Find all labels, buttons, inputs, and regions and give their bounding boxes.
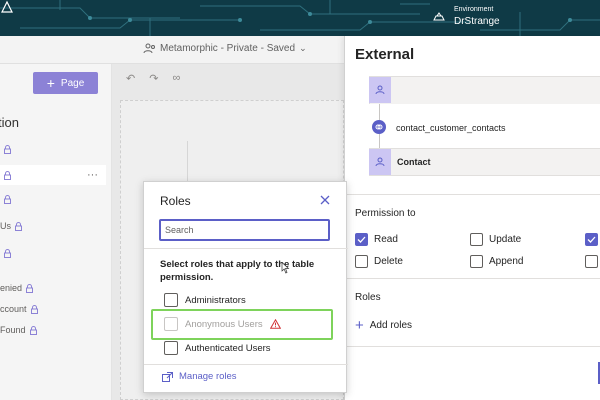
circuit-pattern (0, 0, 600, 36)
close-icon[interactable] (319, 194, 331, 206)
nav-item-label: enied (0, 283, 23, 293)
permission-label: Update (489, 234, 522, 245)
permission-label: Append (489, 256, 524, 267)
permission-label: Read (374, 234, 398, 245)
lock-icon (4, 170, 11, 180)
nav-item[interactable]: enied (0, 283, 34, 293)
lock-icon (26, 283, 34, 293)
environment-icon (433, 12, 445, 21)
search-input[interactable] (159, 219, 330, 241)
checkbox[interactable] (470, 255, 483, 268)
instruction-text: Select roles that apply to the table per… (160, 259, 315, 283)
permission-read[interactable]: Read (355, 233, 398, 246)
checkbox-disabled (164, 317, 178, 331)
site-toolbar: Metamorphic - Private - Saved ⌄ (0, 36, 344, 64)
popup-title: Roles (160, 194, 191, 208)
environment-name: DrStrange (454, 16, 500, 27)
warning-icon (269, 319, 281, 329)
checkbox-checked[interactable] (355, 233, 368, 246)
checkbox-checked[interactable] (585, 233, 598, 246)
people-icon (143, 43, 155, 54)
nav-item-label: Found (0, 325, 26, 335)
pages-panel: + Page tion ··· Us enied ccount Found (0, 64, 112, 400)
checkbox[interactable] (470, 233, 483, 246)
nav-item[interactable]: Found (0, 325, 37, 335)
contact-table-name: Contact (397, 157, 431, 167)
canvas-toolbar: ↶ ↷ ∞ (112, 64, 344, 92)
permission-append-to[interactable] (585, 255, 600, 268)
table-icon (369, 77, 391, 103)
link-icon[interactable]: ∞ (172, 72, 180, 84)
permission-label: Delete (374, 256, 403, 267)
checkbox[interactable] (355, 255, 368, 268)
manage-roles-label: Manage roles (179, 371, 237, 382)
divider (144, 248, 348, 249)
role-label: Anonymous Users (185, 318, 263, 330)
connector-line (379, 134, 380, 148)
parent-table-card (369, 76, 600, 104)
divider (144, 364, 348, 365)
environment-label: Environment (454, 6, 494, 13)
permission-create[interactable] (585, 233, 600, 246)
nav-item-label: ccount (0, 304, 27, 314)
permission-delete[interactable]: Delete (355, 255, 403, 268)
site-title[interactable]: Metamorphic - Private - Saved ⌄ (143, 42, 307, 55)
site-title-text: Metamorphic - Private - Saved (160, 43, 296, 54)
add-roles-label: Add roles (369, 320, 413, 331)
permission-update[interactable]: Update (470, 233, 521, 246)
role-authenticated-users[interactable]: Authenticated Users (164, 341, 271, 355)
permission-append[interactable]: Append (470, 255, 523, 268)
lock-icon (15, 221, 22, 231)
plus-icon: + (46, 75, 55, 91)
role-label: Administrators (185, 294, 246, 306)
redo-icon[interactable]: ↷ (149, 72, 158, 85)
mouse-pointer-icon (281, 262, 290, 274)
table-permission-panel: External contact_customer_contacts Conta… (344, 36, 600, 400)
table-icon (369, 149, 391, 175)
navigation-heading: tion (0, 115, 19, 130)
checkbox[interactable] (164, 341, 178, 355)
undo-icon[interactable]: ↶ (126, 72, 135, 85)
role-anonymous-users: Anonymous Users (164, 317, 281, 331)
lock-icon (4, 249, 11, 258)
manage-roles-link[interactable]: Manage roles (162, 371, 237, 382)
add-roles-button[interactable]: + Add roles (355, 318, 412, 333)
panel-title: External (355, 46, 415, 63)
nav-item[interactable] (0, 249, 11, 258)
lock-icon (30, 304, 38, 314)
settings-icon[interactable] (0, 0, 14, 14)
nav-item[interactable] (0, 195, 11, 204)
permission-heading: Permission to (355, 208, 416, 219)
add-page-button[interactable]: + Page (33, 72, 98, 94)
plus-icon: + (355, 317, 364, 334)
roles-popup: Roles Select roles that apply to the tab… (143, 181, 348, 393)
lock-icon (4, 145, 11, 154)
roles-heading: Roles (355, 292, 381, 303)
nav-item[interactable]: Us (0, 221, 22, 231)
role-administrators[interactable]: Administrators (164, 293, 246, 307)
checkbox[interactable] (585, 255, 598, 268)
open-external-icon (162, 371, 173, 382)
lock-icon (4, 195, 11, 204)
more-options-icon[interactable]: ··· (87, 169, 98, 181)
top-banner: Environment DrStrange (0, 0, 600, 36)
nav-item[interactable] (0, 145, 11, 154)
nav-item-label: Us (0, 221, 11, 231)
lock-icon (29, 325, 37, 335)
divider (345, 278, 600, 279)
checkbox[interactable] (164, 293, 178, 307)
relationship-name: contact_customer_contacts (396, 123, 506, 133)
divider (345, 346, 600, 347)
canvas-section[interactable] (187, 141, 347, 183)
relationship-icon (372, 120, 386, 134)
connector-line (379, 104, 380, 120)
role-label: Authenticated Users (185, 342, 271, 354)
add-page-label: Page (60, 77, 85, 89)
chevron-down-icon: ⌄ (299, 43, 307, 53)
divider (345, 194, 600, 195)
nav-item[interactable]: ccount (0, 304, 38, 314)
